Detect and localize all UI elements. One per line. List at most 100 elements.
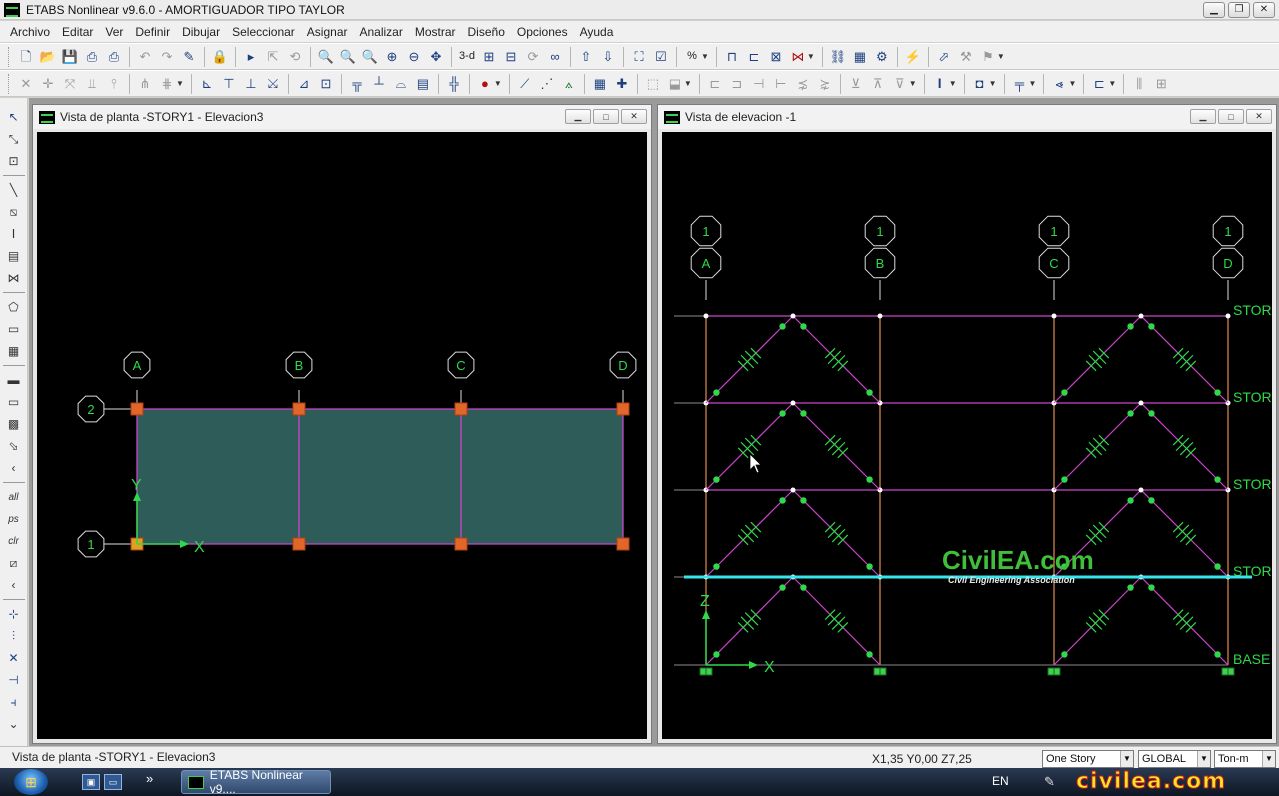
- show-area-sections-icon[interactable]: ⊥: [240, 73, 262, 95]
- snap-intersection-icon[interactable]: ⤧: [59, 73, 81, 95]
- damper-node[interactable]: [1127, 410, 1134, 417]
- snap-to-perpendicular-icon[interactable]: ⊣: [3, 669, 25, 691]
- snap-midpoint-icon[interactable]: ✛: [37, 73, 59, 95]
- draw-opening-icon[interactable]: ⊏: [704, 73, 726, 95]
- create-columns-icon[interactable]: Ⅰ: [3, 223, 25, 245]
- plan-view-icon[interactable]: ⊞: [478, 46, 500, 68]
- damper-node[interactable]: [1148, 584, 1155, 591]
- minimize-button[interactable]: ▁: [565, 109, 591, 124]
- assign-releases-icon[interactable]: ┴: [368, 73, 390, 95]
- column-b2[interactable]: [292, 402, 306, 416]
- display-links-icon[interactable]: ╤: [1009, 73, 1031, 95]
- design-steel-icon[interactable]: ⫼: [1128, 73, 1150, 95]
- snap-lines-icon[interactable]: ⫯: [103, 73, 125, 95]
- snap-to-lines-icon[interactable]: ⫞: [3, 691, 25, 713]
- damper-node[interactable]: [1061, 389, 1068, 396]
- column-a2[interactable]: [130, 402, 144, 416]
- snap-perpendicular-icon[interactable]: ⫫: [81, 73, 103, 95]
- save-icon[interactable]: 💾: [59, 46, 81, 68]
- language-indicator[interactable]: EN: [992, 774, 1009, 788]
- menu-opciones[interactable]: Opciones: [511, 25, 574, 39]
- draw-polyline-icon[interactable]: ⋰: [536, 73, 558, 95]
- intersecting-line-select-icon[interactable]: ⧄: [3, 552, 25, 574]
- damper-node[interactable]: [1148, 323, 1155, 330]
- column-d2[interactable]: [616, 402, 630, 416]
- chevron-down-icon[interactable]: ▼: [807, 52, 815, 61]
- damper-node[interactable]: [800, 323, 807, 330]
- draw-section-cut-icon[interactable]: ⊼: [867, 73, 889, 95]
- snap-to-line-ends-icon[interactable]: ⫶: [3, 625, 25, 647]
- damper-node[interactable]: [1214, 476, 1221, 483]
- display-i-beam-icon[interactable]: 𝐈: [929, 73, 951, 95]
- chevron-down-icon[interactable]: ▼: [684, 79, 692, 88]
- minimize-button[interactable]: ▁: [1203, 2, 1225, 18]
- quick-launch-more-icon[interactable]: »: [146, 771, 153, 786]
- menu-seleccionar[interactable]: Seleccionar: [226, 25, 301, 39]
- draw-walls-icon[interactable]: ▬: [3, 369, 25, 391]
- close-button[interactable]: ✕: [1253, 2, 1275, 18]
- draw-rectangular-area-icon[interactable]: ▭: [3, 318, 25, 340]
- pan-icon[interactable]: ✥: [425, 46, 447, 68]
- column-c2[interactable]: [454, 402, 468, 416]
- brace-apex-joint[interactable]: [1138, 313, 1144, 319]
- maximize-button[interactable]: □: [593, 109, 619, 124]
- assign-area-icon[interactable]: ⌓: [390, 73, 412, 95]
- taskbar-etabs-button[interactable]: ETABS Nonlinear v9....: [181, 768, 331, 796]
- frame-joint[interactable]: [877, 313, 883, 319]
- draw-null-icon[interactable]: ⊢: [770, 73, 792, 95]
- draw-opening-area-icon[interactable]: ▩: [3, 413, 25, 435]
- draw-area-icon[interactable]: ⬚: [642, 73, 664, 95]
- snap-extension-icon[interactable]: ⋕: [156, 73, 178, 95]
- show-deformed-icon[interactable]: ⬀: [933, 46, 955, 68]
- draw-link-icon[interactable]: ⋈: [787, 46, 809, 68]
- draw-grid-icon[interactable]: ▦: [589, 73, 611, 95]
- zoom-previous-icon[interactable]: 🔍: [359, 46, 381, 68]
- menu-editar[interactable]: Editar: [56, 25, 99, 39]
- chevron-down-icon[interactable]: ▼: [949, 79, 957, 88]
- set-display-options-icon[interactable]: ☑: [650, 46, 672, 68]
- run-analysis-arrow-icon[interactable]: ▸: [240, 46, 262, 68]
- zoom-out-icon[interactable]: ⊖: [403, 46, 425, 68]
- menu-definir[interactable]: Definir: [129, 25, 176, 39]
- damper-node[interactable]: [713, 651, 720, 658]
- story-select-dropdown[interactable]: One Story ▼: [1042, 750, 1134, 768]
- draw-wall-icon[interactable]: ⬓: [664, 73, 686, 95]
- display-tendons-icon[interactable]: ⩹: [1048, 73, 1070, 95]
- coord-system-dropdown[interactable]: GLOBAL ▼: [1138, 750, 1211, 768]
- draw-area-object-icon[interactable]: ⬠: [3, 296, 25, 318]
- zoom-full-icon[interactable]: 🔍: [337, 46, 359, 68]
- select-pointer-icon[interactable]: ↖: [3, 106, 25, 128]
- display-sections-icon[interactable]: ⊏: [1088, 73, 1110, 95]
- damper-node[interactable]: [866, 476, 873, 483]
- menu-archivo[interactable]: Archivo: [4, 25, 56, 39]
- assign-springs-icon[interactable]: ⚙: [871, 46, 893, 68]
- refresh-window-icon[interactable]: ✎: [178, 46, 200, 68]
- assign-frame-icon[interactable]: ╦: [346, 73, 368, 95]
- start-button[interactable]: ⊞: [14, 769, 48, 795]
- show-stress-icon[interactable]: ⚑: [977, 46, 999, 68]
- damper-node[interactable]: [779, 410, 786, 417]
- plan-view-canvas[interactable]: ABCD21 X Y: [37, 132, 647, 739]
- assign-pier-icon[interactable]: ╬: [443, 73, 465, 95]
- chevron-down-icon[interactable]: ▼: [997, 52, 1005, 61]
- damper-node[interactable]: [1214, 651, 1221, 658]
- draw-point-icon[interactable]: ⊡: [3, 150, 25, 172]
- draw-beam-icon[interactable]: ⊏: [743, 46, 765, 68]
- display-area-icon[interactable]: ◘: [969, 73, 991, 95]
- damper-node[interactable]: [779, 323, 786, 330]
- menu-ver[interactable]: Ver: [99, 25, 129, 39]
- draw-spring-icon[interactable]: ⋨: [792, 73, 814, 95]
- brace-apex-joint[interactable]: [790, 313, 796, 319]
- close-button[interactable]: ✕: [1246, 109, 1272, 124]
- assign-loads-icon[interactable]: ▦: [849, 46, 871, 68]
- damper-node[interactable]: [713, 476, 720, 483]
- redo-icon[interactable]: ↷: [156, 46, 178, 68]
- rubber-band-icon[interactable]: ⟲: [284, 46, 306, 68]
- chevron-down-icon[interactable]: ▼: [494, 79, 502, 88]
- switch-windows-icon[interactable]: ▭: [104, 774, 122, 790]
- create-beams-icon[interactable]: ▤: [3, 245, 25, 267]
- chevron-down-icon[interactable]: ▼: [1262, 751, 1275, 767]
- print-graphics-icon[interactable]: ⎙: [81, 46, 103, 68]
- show-frame-sections-icon[interactable]: ⊤: [218, 73, 240, 95]
- elevation-drawing[interactable]: 1A1B1C1D STORSTORSTORSTORBASE X Z CivilE…: [662, 132, 1272, 739]
